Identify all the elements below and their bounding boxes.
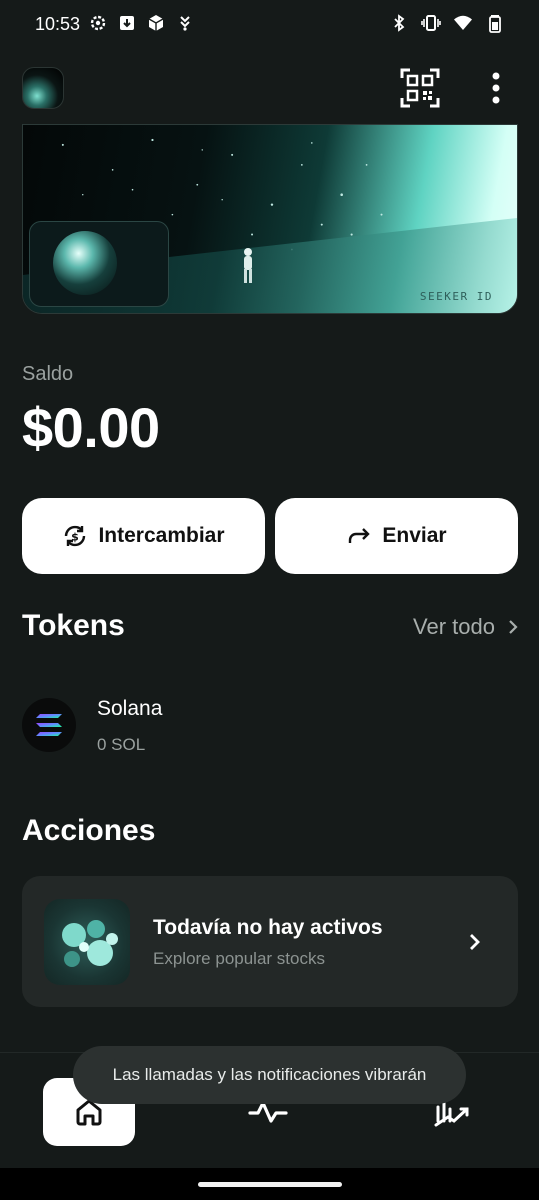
empty-assets-title: Todavía no hay activos [153, 916, 383, 939]
send-button[interactable]: Enviar [275, 498, 518, 574]
solana-logo-icon [22, 698, 76, 752]
vibrate-toast: Las llamadas y las notificaciones vibrar… [73, 1046, 466, 1104]
more-vertical-icon[interactable] [484, 68, 508, 108]
token-amount: 0 SOL [97, 735, 146, 754]
shield-app-icon [148, 15, 164, 31]
see-all-tokens-link[interactable]: Ver todo [413, 614, 519, 640]
download-icon [120, 16, 134, 30]
orb-logo [53, 231, 117, 295]
balance-label: Saldo [22, 363, 74, 385]
token-name: Solana [97, 697, 163, 720]
token-row-solana[interactable]: Solana 0 SOL [22, 690, 518, 762]
qr-code-icon[interactable] [400, 68, 440, 108]
swap-button[interactable]: $ Intercambiar [22, 498, 265, 574]
wifi-icon [454, 15, 472, 30]
status-time: 10:53 [35, 14, 81, 34]
status-left-icons [88, 13, 195, 33]
gear-icon [90, 15, 106, 31]
svg-text:$: $ [72, 531, 80, 544]
location-app-icon [180, 16, 190, 31]
balance-value: $0.00 [22, 396, 160, 459]
tokens-title: Tokens [22, 609, 125, 642]
swap-label: Intercambiar [98, 524, 225, 547]
vibrate-icon [421, 15, 441, 31]
seeker-id-card[interactable]: SEEKER ID [22, 124, 518, 314]
empty-assets-card[interactable]: Todavía no hay activos Explore popular s… [22, 876, 518, 1007]
send-arrow-icon [349, 528, 371, 543]
empty-assets-subtitle: Explore popular stocks [153, 949, 325, 968]
acciones-title: Acciones [22, 814, 156, 847]
send-label: Enviar [382, 524, 447, 547]
astronaut-figure [244, 248, 252, 283]
see-all-label: Ver todo [413, 614, 495, 639]
bluetooth-icon [394, 14, 405, 32]
avatar[interactable] [22, 67, 64, 109]
seeker-id-label: SEEKER ID [419, 290, 493, 303]
status-right-icons [389, 13, 505, 33]
chevron-right-icon [509, 620, 518, 634]
swap-icon: $ [65, 525, 86, 547]
status-bar: 10:53 [0, 0, 539, 50]
home-indicator[interactable] [198, 1182, 342, 1187]
assets-illustration [44, 899, 130, 985]
battery-icon [489, 15, 501, 33]
chevron-right-icon [470, 934, 480, 950]
